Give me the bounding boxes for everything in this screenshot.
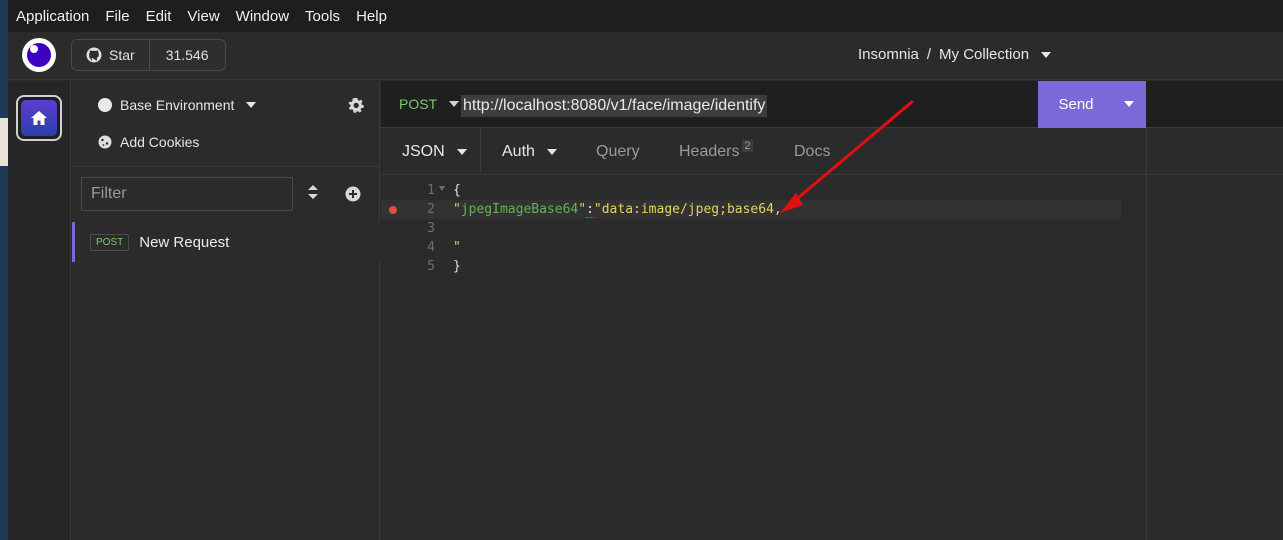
line-number: 1: [427, 183, 435, 198]
gear-icon[interactable]: [348, 97, 364, 118]
home-button[interactable]: [16, 95, 62, 141]
add-icon[interactable]: [345, 186, 361, 207]
menu-help[interactable]: Help: [356, 8, 387, 25]
environment-label: Base Environment: [120, 97, 235, 113]
desktop-window-edge: [0, 118, 8, 166]
code-line: 4 ": [381, 238, 1121, 257]
code-line: 1 {: [381, 181, 1121, 200]
json-editor[interactable]: 1 { 2 "jpegImageBase64":"data:image/jpeg…: [381, 176, 1147, 540]
chevron-down-icon: [449, 101, 460, 107]
cookie-icon: [98, 135, 112, 149]
code-line-active: 2 "jpegImageBase64":"data:image/jpeg;bas…: [381, 200, 1121, 219]
request-tabs: JSON Auth Query Headers 2 Docs: [381, 129, 1147, 175]
send-button-group: Send: [1038, 81, 1146, 128]
insomnia-logo-icon[interactable]: [22, 38, 56, 72]
tab-headers-label: Headers: [679, 143, 740, 160]
tab-query[interactable]: Query: [596, 129, 640, 175]
star-label: Star: [109, 47, 135, 63]
line-number: 5: [427, 259, 435, 274]
line-number: 2: [427, 202, 435, 217]
environment-selector[interactable]: Base Environment: [98, 97, 257, 113]
star-count[interactable]: 31.546: [150, 40, 225, 70]
response-pane: [1147, 81, 1283, 540]
tab-json-label: JSON: [402, 143, 445, 160]
code-text: "jpegImageBase64":"data:image/jpeg;base6…: [453, 202, 782, 218]
tab-auth[interactable]: Auth: [502, 129, 557, 175]
menu-edit[interactable]: Edit: [146, 8, 172, 25]
url-input[interactable]: http://localhost:8080/v1/face/image/iden…: [461, 95, 768, 117]
chevron-down-icon: [546, 149, 557, 155]
sort-icon[interactable]: [308, 185, 318, 204]
response-tab-divider: [1147, 174, 1283, 175]
tab-docs[interactable]: Docs: [794, 129, 830, 175]
method-label: POST: [399, 96, 438, 112]
tab-auth-label: Auth: [502, 143, 535, 160]
breadcrumb-separator: /: [926, 46, 932, 63]
menu-bar: Application File Edit View Window Tools …: [8, 0, 1283, 32]
tab-headers[interactable]: Headers 2: [679, 129, 753, 175]
send-options-chevron-icon[interactable]: [1124, 101, 1134, 107]
navigation-rail: [8, 81, 71, 540]
sidebar-request-item[interactable]: POST New Request: [72, 222, 380, 262]
url-bar: POST http://localhost:8080/v1/face/image…: [381, 81, 1147, 128]
menu-window[interactable]: Window: [236, 8, 289, 25]
send-button[interactable]: Send: [1038, 96, 1114, 113]
code-line: 3: [381, 219, 1121, 238]
breadcrumb-collection[interactable]: My Collection: [939, 46, 1029, 63]
code-text: }: [453, 259, 461, 274]
menu-file[interactable]: File: [105, 8, 129, 25]
chevron-down-icon[interactable]: [1041, 51, 1052, 58]
home-icon-frame: [21, 100, 57, 136]
filter-input[interactable]: [81, 177, 293, 211]
home-icon: [31, 111, 47, 125]
headers-count-badge: 2: [742, 140, 753, 152]
request-name: New Request: [139, 233, 230, 251]
sidebar-divider: [72, 166, 380, 167]
code-line: 5 }: [381, 257, 1121, 276]
sidebar: Base Environment Add Cookies POST New Re…: [72, 81, 380, 540]
environment-color-icon: [98, 98, 112, 112]
response-header: [1147, 81, 1283, 128]
chevron-down-icon: [246, 102, 257, 108]
line-number: 3: [427, 221, 435, 236]
desktop-background: [0, 0, 8, 540]
breadcrumb: Insomnia / My Collection: [858, 46, 1052, 63]
menu-application[interactable]: Application: [16, 8, 89, 25]
method-badge: POST: [90, 233, 130, 251]
breadcrumb-workspace[interactable]: Insomnia: [858, 46, 919, 63]
method-selector[interactable]: POST: [399, 96, 460, 112]
app-header: Star 31.546 Insomnia / My Collection: [8, 32, 1283, 80]
code-text: ": [453, 240, 461, 255]
chevron-down-icon: [456, 149, 467, 155]
github-star-group: Star 31.546: [71, 39, 226, 71]
add-cookies-label: Add Cookies: [120, 134, 200, 150]
add-cookies-button[interactable]: Add Cookies: [98, 134, 199, 150]
github-star-button[interactable]: Star: [72, 40, 150, 70]
tab-body-json[interactable]: JSON: [381, 129, 481, 175]
request-pane: POST http://localhost:8080/v1/face/image…: [381, 81, 1147, 540]
code-text: {: [453, 183, 461, 198]
menu-tools[interactable]: Tools: [305, 8, 340, 25]
line-number: 4: [427, 240, 435, 255]
github-icon: [86, 47, 102, 63]
fold-arrow-icon[interactable]: [439, 186, 445, 191]
menu-view[interactable]: View: [187, 8, 219, 25]
